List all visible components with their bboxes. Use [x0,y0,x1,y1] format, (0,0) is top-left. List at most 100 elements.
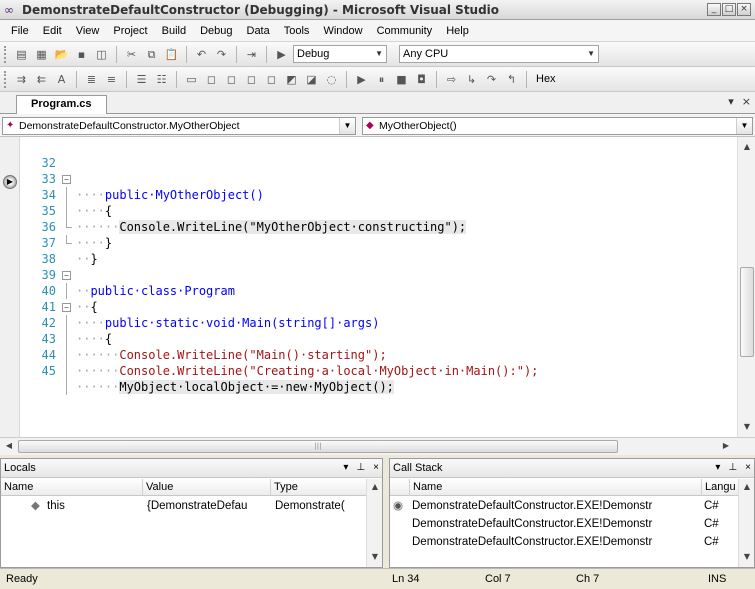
copy-icon[interactable]: ⧉ [143,46,160,63]
scroll-left-icon[interactable]: ◀ [1,438,17,454]
menu-file[interactable]: File [4,25,36,37]
cut-icon[interactable]: ✂ [123,46,140,63]
vertical-scroll-thumb[interactable] [740,267,754,357]
menu-build[interactable]: Build [155,25,193,37]
indent-icon[interactable]: ⇉ [13,71,30,88]
close-document-icon[interactable]: × [742,95,751,108]
code-line[interactable]: 44 ······MyObject·localObject·=·new·MyOb… [20,331,737,394]
restart-icon[interactable]: ◘ [413,71,430,88]
chevron-down-icon[interactable]: ▼ [736,118,752,134]
vertical-scrollbar[interactable]: ▲ ▼ [737,137,755,437]
stop-debugging-icon[interactable]: ■ [393,71,410,88]
close-pane-icon[interactable]: × [373,459,379,477]
find-icon[interactable]: ◪ [303,71,320,88]
aa-icon[interactable]: A [53,71,70,88]
platform-select[interactable]: Any CPU ▼ [399,45,599,63]
decrease-indent-icon[interactable]: ≣ [83,71,100,88]
window-position-icon[interactable]: ▾ [343,459,348,477]
active-files-dropdown-icon[interactable]: ▾ [728,95,734,108]
code-line[interactable]: 42 ······Console.WriteLine("Main()·start… [20,299,737,362]
step-into-icon[interactable]: ↳ [463,71,480,88]
open-file-icon[interactable]: 📂 [53,46,70,63]
maximize-button[interactable]: □ [722,3,736,16]
members-combo[interactable]: ◆ MyOtherObject() ▼ [362,117,753,135]
column-header-name[interactable]: Name [1,479,143,496]
code-editor[interactable]: ▶ 32 − ····public·MyOtherObject() 33 ···… [0,137,755,455]
call-stack-row[interactable]: ◉ DemonstrateDefaultConstructor.EXE!Demo… [390,497,740,515]
tab-program-cs[interactable]: Program.cs [16,95,107,114]
menu-tools[interactable]: Tools [277,25,317,37]
code-line[interactable]: 38 − ··public·class·Program [20,235,737,298]
continue-icon[interactable]: ▶ [353,71,370,88]
step-out-icon[interactable]: ↰ [503,71,520,88]
menu-help[interactable]: Help [439,25,476,37]
show-next-statement-icon[interactable]: ⇨ [443,71,460,88]
redo-icon[interactable]: ↷ [213,46,230,63]
solution-config-select[interactable]: Debug ▼ [293,45,387,63]
new-project-icon[interactable]: ▤ [13,46,30,63]
save-icon[interactable]: ▪ [73,46,90,63]
scroll-down-icon[interactable]: ▼ [367,549,383,565]
column-header-type[interactable]: Type [271,479,367,496]
uncomment-icon[interactable]: ☷ [153,71,170,88]
increase-indent-icon[interactable]: ≡ [103,71,120,88]
toolbar-grip[interactable] [4,45,8,63]
bookmark-next-icon[interactable]: ◻ [223,71,240,88]
menu-debug[interactable]: Debug [193,25,239,37]
call-stack-row[interactable]: DemonstrateDefaultConstructor.EXE!Demons… [390,515,740,533]
scroll-up-icon[interactable]: ▲ [739,139,755,155]
minimize-button[interactable]: _ [707,3,721,16]
code-line[interactable]: 41 ····{ [20,283,737,346]
code-line-current[interactable]: 34 ······Console.WriteLine("MyOtherObjec… [20,171,737,234]
code-line[interactable]: 37 [20,219,737,250]
types-combo[interactable]: ✦ DemonstrateDefaultConstructor.MyOtherO… [2,117,356,135]
column-header-name[interactable]: Name [410,479,702,496]
outdent-icon[interactable]: ⇇ [33,71,50,88]
local-value[interactable]: {DemonstrateDefau [147,497,271,515]
menu-edit[interactable]: Edit [36,25,69,37]
horizontal-scrollbar[interactable]: ◀ ||| ▶ [0,437,755,455]
code-line[interactable]: 39 ··{ [20,251,737,314]
paste-icon[interactable]: 📋 [163,46,180,63]
bookmark-icon[interactable]: ▭ [183,71,200,88]
bookmark-folder-next-icon[interactable]: ◻ [263,71,280,88]
code-line[interactable]: 32 − ····public·MyOtherObject() [20,139,737,202]
menu-community[interactable]: Community [370,25,440,37]
save-all-icon[interactable]: ◫ [93,46,110,63]
break-all-icon[interactable]: ⏸ [373,71,390,88]
step-over-icon[interactable]: ↷ [483,71,500,88]
column-header-language[interactable]: Langu [702,479,740,496]
scroll-down-icon[interactable]: ▼ [739,549,755,565]
scroll-right-icon[interactable]: ▶ [718,438,734,454]
locals-row[interactable]: ◆ this {DemonstrateDefau Demonstrate( [1,497,367,515]
window-position-icon[interactable]: ▾ [715,459,720,477]
call-stack-scrollbar[interactable]: ▲ ▼ [738,479,754,567]
indicator-margin[interactable]: ▶ [0,137,20,437]
pin-icon[interactable]: ⊥ [728,459,737,477]
comment-icon[interactable]: ☰ [133,71,150,88]
clear-bookmarks-icon[interactable]: ◩ [283,71,300,88]
column-header-value[interactable]: Value [143,479,271,496]
code-line[interactable]: 40 − ····public·static·void·Main(string[… [20,267,737,330]
hex-toggle-button[interactable]: Hex [533,73,559,85]
scroll-up-icon[interactable]: ▲ [739,479,755,495]
call-stack-row[interactable]: DemonstrateDefaultConstructor.EXE!Demons… [390,533,740,547]
locals-scrollbar[interactable]: ▲ ▼ [366,479,382,567]
menu-view[interactable]: View [69,25,107,37]
code-line[interactable]: 35 ····} [20,187,737,250]
scroll-up-icon[interactable]: ▲ [367,479,383,495]
navigate-icon[interactable]: ⇥ [243,46,260,63]
scroll-down-icon[interactable]: ▼ [739,419,755,435]
menu-project[interactable]: Project [106,25,154,37]
bookmark-prev-icon[interactable]: ◻ [203,71,220,88]
add-item-icon[interactable]: ▦ [33,46,50,63]
code-text-area[interactable]: 32 − ····public·MyOtherObject() 33 ····{… [20,137,737,437]
code-line[interactable]: 45 [20,347,737,395]
disabled-bookmark-icon[interactable]: ◌ [323,71,340,88]
bookmark-folder-prev-icon[interactable]: ◻ [243,71,260,88]
code-line[interactable]: 36 ··} [20,203,737,266]
pin-icon[interactable]: ⊥ [356,459,365,477]
chevron-down-icon[interactable]: ▼ [339,118,355,134]
code-line[interactable]: 33 ····{ [20,155,737,218]
code-line[interactable]: 43 ······Console.WriteLine("Creating·a·l… [20,315,737,378]
